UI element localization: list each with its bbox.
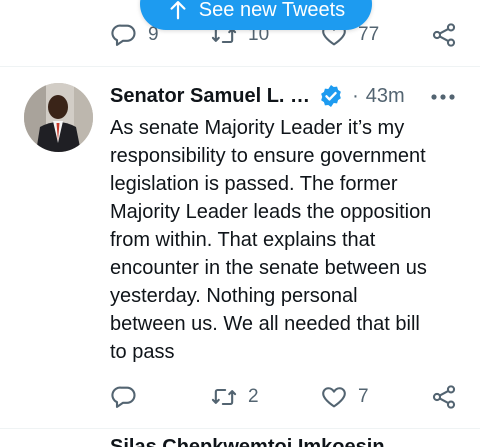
verified-badge-icon: [321, 84, 341, 108]
like-button[interactable]: 7: [320, 383, 369, 411]
tweet-divider: [0, 428, 480, 429]
share-button[interactable]: [430, 21, 458, 49]
reply-icon: [111, 24, 136, 46]
retweet-button[interactable]: 2: [210, 383, 259, 411]
like-count: 7: [358, 386, 369, 407]
tweet-timestamp[interactable]: 43m: [366, 85, 405, 108]
retweet-icon: [211, 388, 237, 406]
see-new-tweets-label: See new Tweets: [198, 0, 346, 21]
share-button[interactable]: [430, 383, 458, 411]
like-count: 77: [358, 24, 380, 45]
author-name[interactable]: Senator Samuel L. …: [110, 85, 310, 108]
avatar[interactable]: [24, 83, 93, 152]
reply-icon: [111, 386, 136, 408]
reply-button[interactable]: [110, 383, 148, 411]
tweet-header: Senator Samuel L. … · 43m: [110, 81, 405, 111]
heart-icon: [322, 387, 346, 408]
separator-dot: ·: [352, 84, 359, 107]
profile-photo: [24, 83, 93, 152]
retweet-count: 2: [248, 386, 259, 407]
arrow-up-icon: [170, 1, 186, 20]
next-tweet-author-name[interactable]: Silas Chepkwemtoi Imkoesin: [110, 436, 385, 447]
share-icon: [432, 385, 456, 409]
more-options-icon[interactable]: [430, 90, 456, 104]
share-icon: [432, 23, 456, 47]
tweet-divider: [0, 66, 480, 67]
tweet-text: As senate Majority Leader it’s my respon…: [110, 117, 432, 363]
see-new-tweets-button[interactable]: See new Tweets: [140, 0, 372, 30]
